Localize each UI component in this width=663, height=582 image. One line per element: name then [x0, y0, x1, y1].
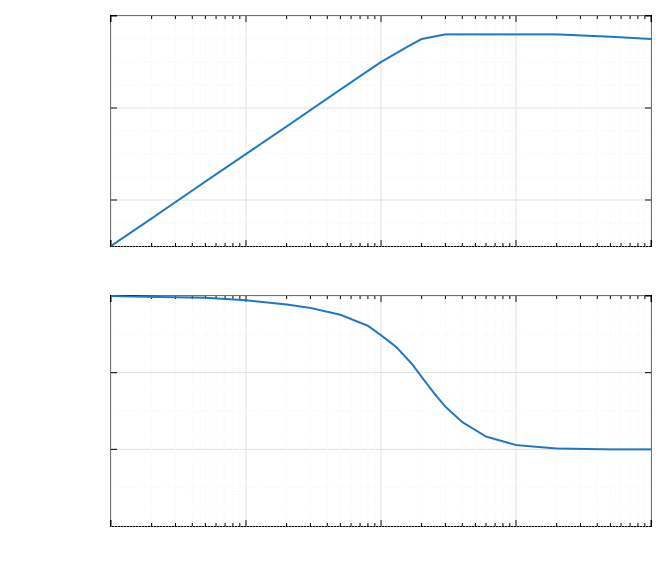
magnitude-axes: [110, 15, 652, 247]
magnitude-svg: [111, 16, 651, 246]
page: [0, 0, 663, 582]
phase-svg: [111, 296, 651, 526]
phase-axes: [110, 295, 652, 527]
